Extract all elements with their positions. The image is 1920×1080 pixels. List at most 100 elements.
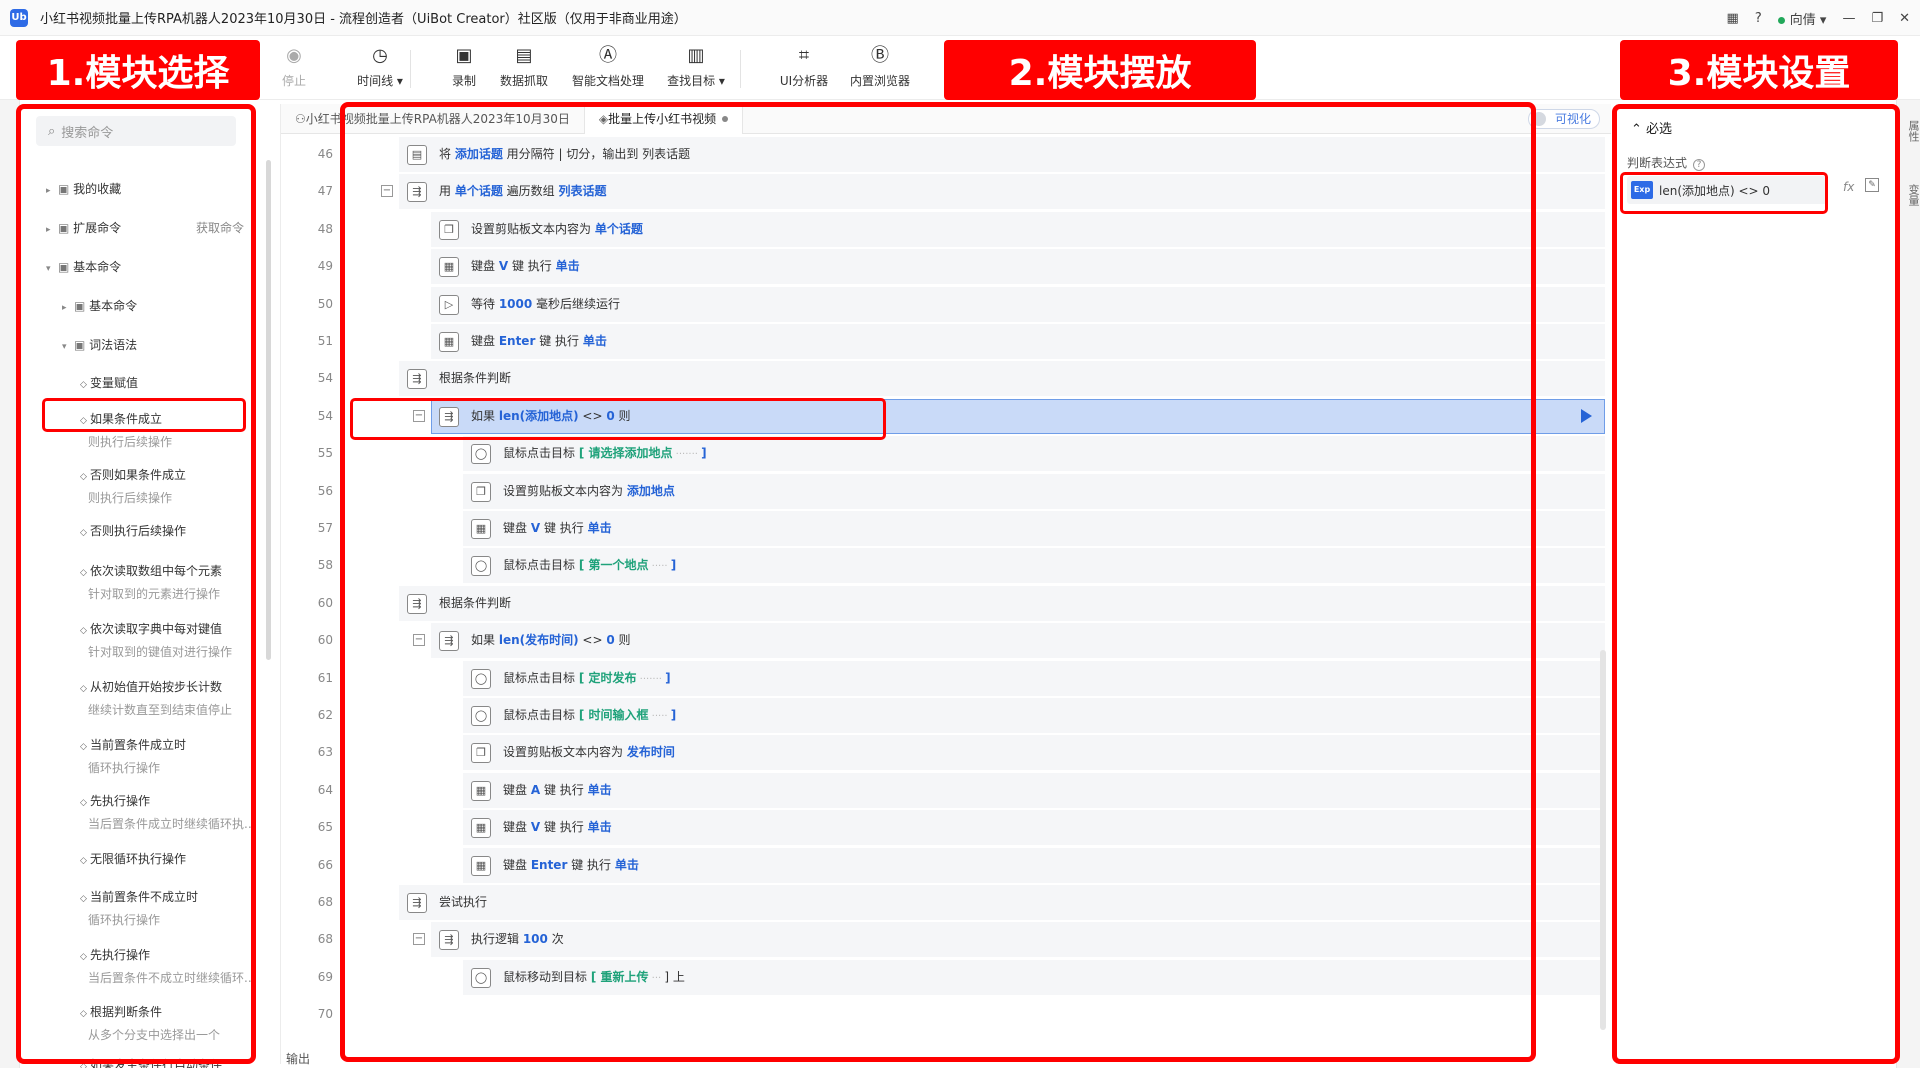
code-row[interactable]: 51 ▦ 键盘 Enter 键 执行 单击 — [281, 323, 1611, 360]
restore-icon[interactable]: ❐ — [1871, 11, 1883, 26]
command-parameter[interactable]: len(添加地点) — [499, 409, 579, 423]
code-row[interactable]: 46 ▤ 将 添加话题 用分隔符 | 切分，输出到 列表话题 — [281, 136, 1611, 173]
sidebar-item[interactable]: ◇ 先执行操作 当后置条件成立时继续循环执... — [80, 792, 272, 832]
chevron-right-icon[interactable]: ▸ — [46, 186, 58, 196]
target-element[interactable]: [ 时间输入框 — [579, 708, 649, 722]
toolbar-button-data-scrape[interactable]: ▤ 数据抓取 — [484, 44, 564, 89]
editor-scrollbar[interactable] — [1600, 650, 1606, 1030]
target-element[interactable]: [ 定时发布 — [579, 671, 637, 685]
sidebar-item[interactable]: ◇ 变量赋值 — [80, 374, 272, 391]
code-row[interactable]: 68 ⇶ 尝试执行 — [281, 884, 1611, 921]
code-row[interactable]: 49 ▦ 键盘 V 键 执行 单击 — [281, 248, 1611, 285]
code-row[interactable]: 57 ▦ 键盘 V 键 执行 单击 — [281, 510, 1611, 547]
sidebar-item[interactable]: ◇ 无限循环执行操作 — [80, 850, 272, 867]
help-circle-icon[interactable]: ? — [1693, 159, 1706, 171]
command-parameter[interactable]: 单击 — [588, 521, 612, 535]
command-parameter[interactable]: 0 — [606, 633, 614, 647]
command-parameter[interactable]: ] — [671, 558, 676, 572]
apps-grid-icon[interactable]: ▦ — [1727, 11, 1739, 26]
command-parameter[interactable]: ] — [665, 671, 670, 685]
sidebar-item[interactable]: ▸ ▣ 我的收藏 — [46, 180, 272, 197]
toolbar-button-clock[interactable]: ◷ 时间线 ▾ — [340, 44, 420, 89]
command-parameter[interactable]: 0 — [606, 409, 614, 423]
command-parameter[interactable]: V — [531, 521, 540, 535]
strip-tab-variables[interactable]: 变量 — [1897, 184, 1920, 206]
command-parameter[interactable]: 发布时间 — [627, 745, 675, 759]
target-element[interactable]: [ 请选择添加地点 — [579, 446, 673, 460]
command-parameter[interactable]: 单击 — [583, 334, 607, 348]
target-preview[interactable]: ··· — [649, 973, 665, 984]
sidebar-item[interactable]: ◇ 如果发生条件行自动条件 — [80, 1056, 272, 1068]
command-parameter[interactable]: 100 — [523, 932, 548, 946]
sidebar-item[interactable]: ▾ ▣ 基本命令 — [46, 258, 272, 275]
code-row[interactable]: 55 ◯ 鼠标点击目标 [ 请选择添加地点 ······· ] — [281, 435, 1611, 472]
sidebar-item[interactable]: ▾ ▣ 词法语法 — [62, 336, 272, 353]
code-row[interactable]: 63 ❐ 设置剪贴板文本内容为 发布时间 — [281, 734, 1611, 771]
toolbar-button-browser[interactable]: Ⓑ 内置浏览器 — [840, 44, 920, 89]
command-parameter[interactable]: A — [531, 783, 540, 797]
sidebar-item[interactable]: ◇ 依次读取数组中每个元素 针对取到的元素进行操作 — [80, 562, 272, 602]
code-row[interactable]: 60 − ⇶ 如果 len(发布时间) <> 0 则 — [281, 622, 1611, 659]
editor-tab[interactable]: ◈ 批量上传小红书视频 — [583, 103, 744, 134]
expression-field[interactable]: Exp len(添加地点) <> 0 — [1627, 176, 1827, 204]
command-parameter[interactable]: Enter — [531, 858, 568, 872]
sidebar-item[interactable]: ▸ ▣ 扩展命令 获取命令 — [46, 219, 272, 236]
command-parameter[interactable]: 单个话题 — [455, 184, 503, 198]
command-parameter[interactable]: 单击 — [588, 783, 612, 797]
required-section-header[interactable]: ⌃ 必选 — [1631, 118, 1672, 137]
command-parameter[interactable]: 添加话题 — [455, 147, 503, 161]
code-row[interactable]: 54 − ⇶ 如果 len(添加地点) <> 0 则 — [281, 398, 1611, 435]
help-icon[interactable]: ? — [1755, 11, 1762, 26]
toolbar-button-ui-analyzer[interactable]: ⌗ UI分析器 — [764, 44, 844, 89]
toolbar-button-ai-doc[interactable]: Ⓐ 智能文档处理 — [568, 44, 648, 89]
sidebar-item[interactable]: ◇ 如果条件成立 则执行后续操作 — [80, 410, 272, 450]
command-panel-scrollbar[interactable] — [266, 160, 271, 660]
user-menu[interactable]: 向倩 ▾ — [1777, 9, 1826, 28]
code-row[interactable]: 60 ⇶ 根据条件判断 — [281, 585, 1611, 622]
code-row[interactable]: 66 ▦ 键盘 Enter 键 执行 单击 — [281, 847, 1611, 884]
strip-tab-properties[interactable]: 属性 — [1897, 120, 1920, 142]
sidebar-item[interactable]: ◇ 从初始值开始按步长计数 继续计数直至到结束值停止 — [80, 678, 272, 718]
code-row[interactable]: 65 ▦ 键盘 V 键 执行 单击 — [281, 809, 1611, 846]
command-parameter[interactable]: ] — [671, 708, 676, 722]
editor-tab[interactable]: ⚇ 小红书视频批量上传RPA机器人2023年10月30日 — [281, 104, 584, 134]
target-preview[interactable]: ······· — [637, 674, 666, 685]
sidebar-item[interactable]: ◇ 先执行操作 当后置条件不成立时继续循环... — [80, 946, 272, 986]
command-parameter[interactable]: Enter — [499, 334, 536, 348]
sidebar-item[interactable]: ◇ 当前置条件不成立时 循环执行操作 — [80, 888, 272, 928]
sidebar-item[interactable]: ◇ 当前置条件成立时 循环执行操作 — [80, 736, 272, 776]
visual-toggle[interactable]: 可视化 — [1527, 109, 1600, 129]
chevron-right-icon[interactable]: ▸ — [46, 225, 58, 235]
collapse-toggle-icon[interactable]: − — [413, 933, 425, 946]
sidebar-item[interactable]: ◇ 否则如果条件成立 则执行后续操作 — [80, 466, 272, 506]
command-parameter[interactable]: 单个话题 — [595, 222, 643, 236]
target-element[interactable]: [ 第一个地点 — [579, 558, 649, 572]
code-row[interactable]: 47 − ⇶ 用 单个话题 遍历数组 列表话题 — [281, 173, 1611, 210]
sidebar-item[interactable]: ◇ 依次读取字典中每对键值 针对取到的键值对进行操作 — [80, 620, 272, 660]
command-parameter[interactable]: 单击 — [588, 820, 612, 834]
code-row[interactable]: 50 ▷ 等待 1000 毫秒后继续运行 — [281, 286, 1611, 323]
edit-icon[interactable]: ✎ — [1865, 178, 1879, 192]
sidebar-item[interactable]: ◇ 否则执行后续操作 — [80, 522, 272, 539]
command-parameter[interactable]: ] — [701, 446, 706, 460]
get-commands-link[interactable]: 获取命令 — [196, 219, 244, 236]
play-icon[interactable] — [1581, 408, 1592, 423]
command-parameter[interactable]: 单击 — [556, 259, 580, 273]
sidebar-item[interactable]: ◇ 根据判断条件 从多个分支中选择出一个 — [80, 1003, 272, 1043]
minimize-icon[interactable]: — — [1842, 11, 1855, 26]
code-row[interactable]: 54 ⇶ 根据条件判断 — [281, 360, 1611, 397]
close-icon[interactable]: ✕ — [1899, 11, 1910, 26]
collapse-toggle-icon[interactable]: − — [413, 634, 425, 647]
code-row[interactable]: 48 ❐ 设置剪贴板文本内容为 单个话题 — [281, 211, 1611, 248]
code-row[interactable]: 68 − ⇶ 执行逻辑 100 次 — [281, 921, 1611, 958]
toolbar-button-stop[interactable]: ◉ 停止 — [254, 44, 334, 89]
code-row[interactable]: 61 ◯ 鼠标点击目标 [ 定时发布 ······· ] — [281, 660, 1611, 697]
command-parameter[interactable]: V — [499, 259, 508, 273]
command-parameter[interactable]: 添加地点 — [627, 484, 675, 498]
chevron-down-icon[interactable]: ▾ — [46, 264, 58, 274]
command-parameter[interactable]: V — [531, 820, 540, 834]
code-row[interactable]: 70 — [281, 996, 1611, 1033]
command-search-input[interactable]: ⌕ 搜索命令 — [36, 116, 236, 146]
sidebar-item[interactable]: ▸ ▣ 基本命令 — [62, 297, 272, 314]
code-row[interactable]: 69 ◯ 鼠标移动到目标 [ 重新上传 ··· ] 上 — [281, 959, 1611, 996]
